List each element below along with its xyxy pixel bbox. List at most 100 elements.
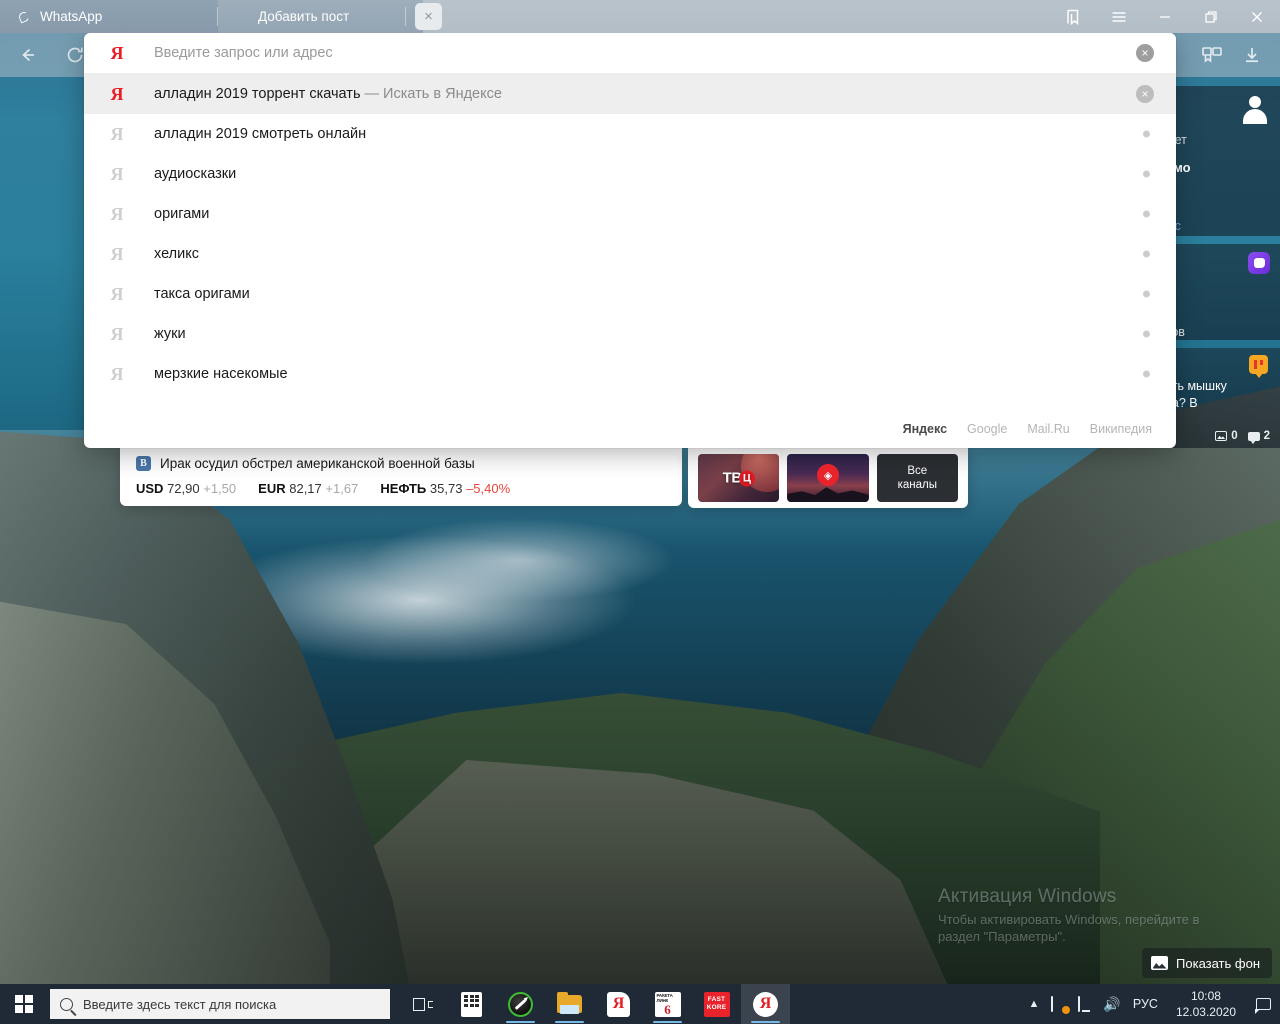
raketa-top-label: РАКЕТА ЛИНК — [656, 992, 673, 1003]
omnibox-row[interactable]: Я Введите запрос или адрес × — [84, 33, 1176, 73]
windows-taskbar: Введите здесь текст для поиска Я РАКЕТА … — [0, 984, 1280, 1024]
yandex-icon[interactable]: Я — [594, 984, 643, 1024]
suggest-item-2-label: аудиосказки — [154, 166, 237, 182]
yandex-search-icon: Я — [110, 324, 124, 344]
rate-eur[interactable]: EUR 82,17 +1,67 — [258, 481, 358, 496]
suggest-item-0-label: алладин 2019 торрент скачать — Искать в … — [154, 86, 502, 102]
suggest-item-7-dot-icon[interactable] — [1143, 370, 1150, 378]
telegram-icon — [1248, 252, 1270, 274]
tab-whatsapp-label: WhatsApp — [40, 9, 103, 24]
suggest-item-5-dot-icon[interactable] — [1143, 290, 1150, 298]
clock[interactable]: 10:08 12.03.2020 — [1166, 988, 1246, 1020]
suggest-item-1-dot-icon[interactable] — [1143, 130, 1150, 138]
taskbar-search-input[interactable]: Введите здесь текст для поиска — [50, 989, 390, 1019]
avatar — [1242, 96, 1268, 124]
tv-widget: ТВЦ ◈ Все каналы — [688, 448, 968, 508]
close-button[interactable] — [1234, 0, 1280, 33]
pin-icon — [1249, 355, 1268, 378]
omnibox-suggest-panel: Я Введите запрос или адрес × Я алладин 2… — [84, 33, 1176, 448]
tray-expand-icon[interactable]: ▲ — [1021, 984, 1047, 1024]
network-icon[interactable] — [1073, 984, 1099, 1024]
whatsapp-icon — [14, 8, 31, 25]
suggest-item-4[interactable]: Я хеликс — [84, 234, 1176, 274]
suggest-item-6-dot-icon[interactable] — [1143, 330, 1150, 338]
rate-usd-value: 72,90 — [167, 481, 200, 496]
suggest-item-0[interactable]: Я алладин 2019 торрент скачать — Искать … — [84, 74, 1176, 114]
minimize-button[interactable] — [1142, 0, 1188, 33]
omnibox-input[interactable]: Введите запрос или адрес — [154, 45, 333, 61]
menu-button[interactable] — [1096, 0, 1142, 33]
back-arrow-icon[interactable] — [15, 43, 39, 67]
currency-rates: USD 72,90 +1,50 EUR 82,17 +1,67 НЕФТЬ 35… — [136, 481, 666, 496]
engine-google[interactable]: Google — [967, 422, 1007, 436]
download-icon[interactable] — [1240, 43, 1264, 67]
rate-eur-change: +1,67 — [325, 481, 359, 496]
file-explorer-icon[interactable] — [545, 984, 594, 1024]
yandex-search-icon: Я — [110, 244, 124, 264]
yandex-browser-icon[interactable]: Я — [741, 984, 790, 1024]
suggest-item-0-remove-button[interactable]: × — [1136, 85, 1154, 103]
fast-kore-line2: KORE — [706, 1004, 727, 1011]
omnibox-clear-button[interactable]: × — [1136, 44, 1154, 62]
collections-icon[interactable] — [1200, 43, 1224, 67]
raketa-link-icon[interactable]: РАКЕТА ЛИНК 6 — [643, 984, 692, 1024]
image-icon — [1151, 956, 1169, 970]
language-indicator[interactable]: РУС — [1125, 997, 1166, 1011]
restore-button[interactable] — [1188, 0, 1234, 33]
all-channels-button[interactable]: Все каналы — [876, 454, 958, 502]
engine-mailru[interactable]: Mail.Ru — [1027, 422, 1069, 436]
tv-channel-tvc[interactable]: ТВЦ — [698, 454, 780, 502]
fast-kore-icon[interactable]: FAST KORE — [692, 984, 741, 1024]
all-channels-line2: каналы — [897, 479, 938, 491]
suggest-item-5[interactable]: Я такса оригами — [84, 274, 1176, 314]
volume-icon[interactable]: 🔊 — [1099, 984, 1125, 1024]
news-headline[interactable]: Ирак осудил обстрел американской военной… — [160, 456, 475, 471]
screen: Активация Windows Чтобы активировать Win… — [0, 0, 1280, 1024]
engine-wikipedia[interactable]: Википедия — [1090, 422, 1152, 436]
suggest-item-3[interactable]: Я оригами — [84, 194, 1176, 234]
tab-add-post[interactable]: Добавить пост — [218, 0, 423, 33]
rate-oil[interactable]: НЕФТЬ 35,73 –5,40% — [380, 481, 510, 496]
yandex-logo-icon: Я — [110, 43, 124, 63]
tab-whatsapp[interactable]: WhatsApp — [0, 0, 218, 33]
news-headline-row[interactable]: B Ирак осудил обстрел американской военн… — [136, 456, 666, 471]
suggest-item-7-label: мерзкие насекомые — [154, 366, 288, 382]
notifications-icon[interactable] — [1246, 984, 1280, 1024]
rate-usd[interactable]: USD 72,90 +1,50 — [136, 481, 236, 496]
start-button[interactable] — [0, 984, 48, 1024]
suggest-item-1[interactable]: Я алладин 2019 смотреть онлайн — [84, 114, 1176, 154]
suggest-item-7[interactable]: Я мерзкие насекомые — [84, 354, 1176, 394]
suggest-item-3-dot-icon[interactable] — [1143, 210, 1150, 218]
yandex-search-icon: Я — [110, 124, 124, 144]
suggest-item-6[interactable]: Я жуки — [84, 314, 1176, 354]
calculator-icon[interactable] — [447, 984, 496, 1024]
engine-yandex[interactable]: Яндекс — [903, 422, 947, 436]
bookmarks-button[interactable] — [1050, 0, 1096, 33]
suggest-item-6-label: жуки — [154, 326, 186, 342]
suggest-item-1-label: алладин 2019 смотреть онлайн — [154, 126, 367, 142]
yandex-search-icon: Я — [110, 164, 124, 184]
taskbar-icons: Я РАКЕТА ЛИНК 6 FAST KORE Я — [398, 984, 790, 1024]
channel-logo-icon: ◈ — [816, 464, 839, 487]
yandex-search-icon: Я — [110, 364, 124, 384]
yandex-search-icon: Я — [110, 284, 124, 304]
odnoklassniki-icon — [232, 8, 249, 25]
suggest-item-2-dot-icon[interactable] — [1143, 170, 1150, 178]
all-channels-line1: Все — [907, 464, 928, 477]
taskbar-search-placeholder: Введите здесь текст для поиска — [83, 996, 277, 1012]
yandex-search-icon: Я — [110, 204, 124, 224]
editor-icon[interactable] — [496, 984, 545, 1024]
task-view-icon[interactable] — [398, 984, 447, 1024]
news-card[interactable]: B Ирак осудил обстрел американской военн… — [120, 448, 682, 506]
suggest-item-4-dot-icon[interactable] — [1143, 250, 1150, 258]
clock-time: 10:08 — [1190, 988, 1221, 1003]
suggest-item-2[interactable]: Я аудиосказки — [84, 154, 1176, 194]
sync-status-icon[interactable] — [1047, 984, 1073, 1024]
tab-close-button[interactable]: × — [415, 3, 442, 30]
image-count-icon — [1215, 431, 1228, 441]
rate-eur-value: 82,17 — [289, 481, 322, 496]
show-background-button[interactable]: Показать фон — [1142, 948, 1272, 978]
tv-channel-second[interactable]: ◈ — [787, 454, 869, 502]
search-engine-switcher: Яндекс Google Mail.Ru Википедия — [903, 422, 1152, 436]
zen-images-stat: 0 — [1215, 430, 1238, 442]
